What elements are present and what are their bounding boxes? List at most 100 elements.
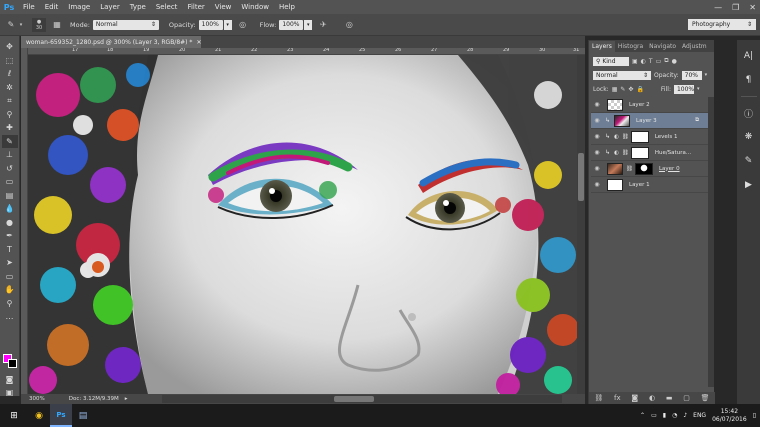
zoom-level[interactable]: 300% [29, 396, 45, 402]
brush-tool-icon[interactable]: ✎ [1, 134, 18, 148]
layer-row[interactable]: ◉ ↳ ◐ ⛓ Levels 1 [591, 129, 711, 145]
lock-transparency-icon[interactable]: ▦ [612, 86, 618, 93]
more-tools-icon[interactable]: … [2, 310, 18, 324]
menu-window[interactable]: Window [236, 3, 274, 11]
properties-panel-icon[interactable]: ❋ [741, 129, 757, 145]
windows-start-icon[interactable]: ⊞ [0, 404, 28, 427]
horizontal-scrollbar[interactable] [162, 395, 562, 403]
pressure-size-icon[interactable]: ◎ [342, 18, 356, 32]
fill-input[interactable]: 100% [673, 84, 694, 94]
chrome-icon[interactable]: ◉ [28, 404, 50, 427]
mode-select[interactable]: Normal ⇕ [92, 19, 159, 30]
clone-stamp-tool-icon[interactable]: ⊥ [2, 148, 18, 162]
menu-type[interactable]: Type [125, 3, 151, 11]
marquee-tool-icon[interactable]: ⬚ [2, 54, 18, 68]
photoshop-taskbar-icon[interactable]: Ps [50, 404, 72, 427]
eye-icon[interactable]: ◉ [591, 117, 603, 124]
brush-size-picker[interactable]: ● 30 [32, 17, 46, 32]
dodge-tool-icon[interactable]: ● [2, 216, 18, 230]
move-tool-icon[interactable]: ✥ [2, 40, 18, 54]
filter-toggle-icon[interactable]: ● [672, 58, 677, 65]
layer-opacity-input[interactable]: 70% [681, 70, 702, 80]
flow-input[interactable]: 100% [279, 19, 304, 30]
layer-style-icon[interactable]: fx [614, 394, 621, 402]
eyedropper-tool-icon[interactable]: ⚲ [2, 108, 18, 122]
chevron-down-icon[interactable]: ▾ [705, 72, 708, 78]
lasso-tool-icon[interactable]: ℓ [2, 67, 18, 81]
blur-tool-icon[interactable]: 💧 [2, 202, 18, 216]
airbrush-icon[interactable]: ✈ [316, 18, 330, 32]
menu-image[interactable]: Image [63, 3, 95, 11]
tab-adjustments[interactable]: Adjustm [679, 41, 710, 52]
healing-tool-icon[interactable]: ✚ [2, 121, 18, 135]
filter-smart-icon[interactable]: ⧉ [664, 57, 668, 65]
menu-help[interactable]: Help [274, 3, 300, 11]
status-arrow-icon[interactable]: ▸ [125, 396, 128, 402]
clock[interactable]: 15:42 06/07/2016 [712, 408, 747, 424]
vertical-scrollbar[interactable] [577, 55, 585, 394]
lock-pixels-icon[interactable]: ✎ [620, 86, 625, 93]
filter-shape-icon[interactable]: ▭ [656, 58, 662, 65]
quick-mask-icon[interactable]: ◙ [2, 373, 18, 387]
maximize-icon[interactable]: ❐ [732, 3, 739, 12]
network-icon[interactable]: ▭ [651, 412, 657, 419]
eraser-tool-icon[interactable]: ▭ [2, 175, 18, 189]
tray-up-icon[interactable]: ⌃ [640, 412, 645, 419]
notifications-icon[interactable]: ▯ [753, 412, 756, 419]
menu-file[interactable]: File [18, 3, 40, 11]
scroll-thumb[interactable] [578, 153, 584, 201]
paragraph-panel-icon[interactable]: ¶ [741, 72, 757, 88]
eye-icon[interactable]: ◉ [591, 181, 603, 188]
menu-edit[interactable]: Edit [40, 3, 64, 11]
blend-mode-select[interactable]: Normal ⇕ [593, 70, 651, 80]
filter-adjustment-icon[interactable]: ◐ [641, 58, 646, 65]
new-layer-icon[interactable]: ▢ [683, 394, 690, 402]
wifi-icon[interactable]: ◔ [672, 412, 677, 419]
tab-navigator[interactable]: Navigato [646, 41, 679, 52]
shape-tool-icon[interactable]: ▭ [2, 270, 18, 284]
info-panel-icon[interactable]: ⓘ [741, 105, 757, 121]
crop-tool-icon[interactable]: ⌗ [2, 94, 18, 108]
link-layers-icon[interactable]: ⛓ [594, 394, 603, 402]
layer-row[interactable]: ◉ ↳ ◐ ⛓ Hue/Satura... [591, 145, 711, 161]
brush-panel-icon[interactable]: ▦ [50, 18, 64, 32]
timeline-panel-icon[interactable]: ▶ [741, 177, 757, 193]
pressure-opacity-icon[interactable]: ◎ [236, 18, 250, 32]
eye-icon[interactable]: ◉ [591, 101, 603, 108]
layer-row-selected[interactable]: ◉ ↳ Layer 3 ⧉ [591, 113, 711, 129]
battery-icon[interactable]: ▮ [663, 412, 666, 419]
history-brush-tool-icon[interactable]: ↺ [2, 162, 18, 176]
hand-tool-icon[interactable]: ✋ [2, 283, 18, 297]
eye-icon[interactable]: ◉ [591, 165, 603, 172]
zoom-tool-icon[interactable]: ⚲ [2, 297, 18, 311]
kind-filter-select[interactable]: ⚲ Kind [593, 56, 629, 66]
scroll-thumb[interactable] [334, 396, 374, 402]
character-panel-icon[interactable]: A| [741, 48, 757, 64]
new-group-icon[interactable]: ▬ [666, 394, 673, 402]
lock-all-icon[interactable]: 🔒 [636, 86, 643, 93]
layer-row[interactable]: ◉ ⛓ Layer 0 [591, 161, 711, 177]
chevron-down-icon[interactable]: ▾ [18, 18, 24, 32]
eye-icon[interactable]: ◉ [591, 149, 603, 156]
comments-panel-icon[interactable]: ✎ [741, 153, 757, 169]
menu-layer[interactable]: Layer [95, 3, 125, 11]
tab-layers[interactable]: Layers [589, 41, 615, 52]
eye-icon[interactable]: ◉ [591, 133, 603, 140]
quick-select-tool-icon[interactable]: ✲ [2, 81, 18, 95]
filter-pixel-icon[interactable]: ▣ [632, 58, 638, 65]
layers-scrollbar[interactable] [708, 97, 714, 387]
flow-dropdown-icon[interactable]: ▾ [304, 19, 313, 30]
file-explorer-icon[interactable]: ▤ [72, 404, 94, 427]
new-adjustment-icon[interactable]: ◐ [649, 394, 655, 402]
screen-mode-icon[interactable]: ▣ [2, 386, 18, 400]
volume-icon[interactable]: ♪ [683, 412, 687, 419]
close-icon[interactable]: ✕ [196, 39, 201, 46]
language-indicator[interactable]: ENG [693, 412, 706, 419]
type-tool-icon[interactable]: T [2, 243, 18, 257]
opacity-dropdown-icon[interactable]: ▾ [223, 19, 232, 30]
layer-row[interactable]: ◉ Layer 2 [591, 97, 711, 113]
chevron-down-icon[interactable]: ▾ [697, 86, 700, 92]
add-mask-icon[interactable]: ◙ [631, 394, 638, 402]
delete-layer-icon[interactable]: 🗑 [701, 394, 710, 402]
menu-select[interactable]: Select [151, 3, 183, 11]
